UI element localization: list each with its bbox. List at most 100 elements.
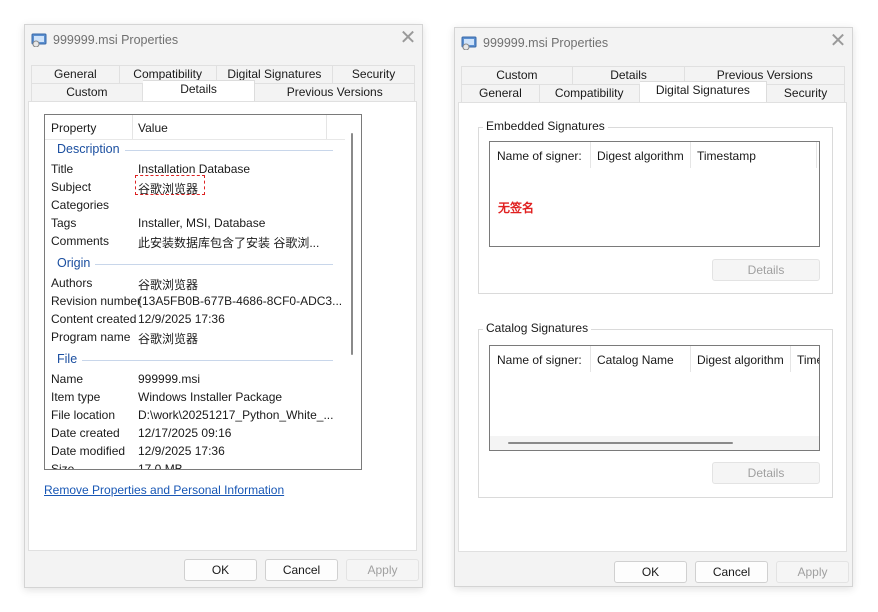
column-digest-algorithm[interactable]: Digest algorithm <box>597 149 684 163</box>
details-panel: Property Value Description Title Installa… <box>28 101 417 551</box>
tab-custom[interactable]: Custom <box>31 83 143 101</box>
cancel-button[interactable]: Cancel <box>265 559 338 581</box>
column-divider[interactable] <box>690 346 691 372</box>
list-item[interactable]: Size 17.0 MB <box>51 460 341 470</box>
tab-general[interactable]: General <box>31 65 120 83</box>
column-timestamp[interactable]: Time <box>797 353 819 367</box>
property-name: Date created <box>51 426 120 440</box>
property-value: {13A5FB0B-677B-4686-8CF0-ADC3... <box>138 294 343 308</box>
list-item[interactable]: Comments 此安装数据库包含了安装 谷歌浏... <box>51 232 341 250</box>
property-value: 12/17/2025 09:16 <box>138 426 232 440</box>
embedded-signatures-label: Embedded Signatures <box>483 119 608 133</box>
column-name-of-signer[interactable]: Name of signer: <box>497 353 582 367</box>
properties-list[interactable]: Property Value Description Title Installa… <box>44 114 362 470</box>
embedded-details-button[interactable]: Details <box>712 259 820 281</box>
column-property[interactable]: Property <box>51 121 96 135</box>
apply-button[interactable]: Apply <box>346 559 419 581</box>
list-item[interactable]: Subject 谷歌浏览器 <box>51 175 341 196</box>
column-digest-algorithm[interactable]: Digest algorithm <box>697 353 784 367</box>
embedded-signatures-table[interactable]: Name of signer: Digest algorithm Timesta… <box>489 141 820 247</box>
list-item[interactable]: Name 999999.msi <box>51 370 341 388</box>
property-value: Installer, MSI, Database <box>138 216 266 230</box>
list-item[interactable]: Content created 12/9/2025 17:36 <box>51 310 341 328</box>
digital-signatures-panel: Embedded Signatures Name of signer: Dige… <box>458 102 847 552</box>
property-value: 谷歌浏览器 <box>138 332 199 346</box>
list-item[interactable]: Date modified 12/9/2025 17:36 <box>51 442 341 460</box>
list-item[interactable]: Item type Windows Installer Package <box>51 388 341 406</box>
list-header: Property Value <box>45 115 345 140</box>
property-value: 谷歌浏览器 <box>138 278 199 292</box>
group-title: Origin <box>57 256 96 270</box>
column-name-of-signer[interactable]: Name of signer: <box>497 149 582 163</box>
ok-button[interactable]: OK <box>614 561 687 583</box>
cancel-button[interactable]: Cancel <box>695 561 768 583</box>
column-divider[interactable] <box>590 142 591 168</box>
ok-button[interactable]: OK <box>184 559 257 581</box>
column-value[interactable]: Value <box>138 121 168 135</box>
property-value: D:\work\20251217_Python_White_... <box>138 408 334 422</box>
list-item[interactable]: Authors 谷歌浏览器 <box>51 274 341 292</box>
no-signature-annotation: 无签名 <box>498 201 535 215</box>
group-origin: Origin <box>57 256 333 272</box>
vertical-scrollbar[interactable] <box>351 133 353 355</box>
column-divider[interactable] <box>590 346 591 372</box>
catalog-details-button[interactable]: Details <box>712 462 820 484</box>
apply-button[interactable]: Apply <box>776 561 849 583</box>
group-title: Description <box>57 142 125 156</box>
msi-package-icon <box>461 36 477 50</box>
tab-custom[interactable]: Custom <box>461 66 573 84</box>
group-title: File <box>57 352 83 366</box>
tab-compatibility[interactable]: Compatibility <box>539 84 640 102</box>
close-button[interactable]: ✕ <box>824 28 852 56</box>
property-value: Installation Database <box>138 162 251 176</box>
window-title: 999999.msi Properties <box>53 33 179 47</box>
property-value: 999999.msi <box>138 372 201 386</box>
property-name: Size <box>51 462 75 470</box>
list-item[interactable]: Program name 谷歌浏览器 <box>51 328 341 346</box>
list-item[interactable]: Date created 12/17/2025 09:16 <box>51 424 341 442</box>
tab-security[interactable]: Security <box>767 84 845 102</box>
property-name: Date modified <box>51 444 126 458</box>
catalog-signatures-table[interactable]: Name of signer: Catalog Name Digest algo… <box>489 345 820 451</box>
tab-security[interactable]: Security <box>333 65 415 83</box>
remove-properties-link[interactable]: Remove Properties and Personal Informati… <box>44 483 284 497</box>
property-name: Item type <box>51 390 101 404</box>
list-item[interactable]: File location D:\work\20251217_Python_Whi… <box>51 406 341 424</box>
property-name: Comments <box>51 234 110 248</box>
property-value: 此安装数据库包含了安装 谷歌浏... <box>138 236 320 250</box>
title-bar[interactable]: 999999.msi Properties ✕ <box>455 28 852 58</box>
list-item[interactable]: Categories <box>51 196 341 214</box>
column-divider[interactable] <box>816 142 817 168</box>
tab-row-bottom: Custom Details Previous Versions <box>31 80 415 101</box>
group-file: File <box>57 352 333 368</box>
property-name: Program name <box>51 330 131 344</box>
column-timestamp[interactable]: Timestamp <box>697 149 756 163</box>
property-value: 12/9/2025 17:36 <box>138 312 225 326</box>
property-name: Name <box>51 372 84 386</box>
column-divider[interactable] <box>690 142 691 168</box>
close-button[interactable]: ✕ <box>394 25 422 53</box>
horizontal-scrollbar-thumb[interactable] <box>508 442 733 444</box>
property-name: Revision number <box>51 294 142 308</box>
property-value: 谷歌浏览器 <box>138 182 199 196</box>
column-divider[interactable] <box>132 115 133 139</box>
property-name: Authors <box>51 276 93 290</box>
list-item[interactable]: Revision number {13A5FB0B-677B-4686-8CF0-… <box>51 292 343 310</box>
property-value: 17.0 MB <box>138 462 183 470</box>
tab-general[interactable]: General <box>461 84 540 102</box>
column-catalog-name[interactable]: Catalog Name <box>597 353 674 367</box>
properties-window-details: 999999.msi Properties ✕ General Compatib… <box>24 24 423 588</box>
property-name: Content created <box>51 312 137 326</box>
tab-previous-versions[interactable]: Previous Versions <box>255 83 415 101</box>
properties-window-digital-signatures: 999999.msi Properties ✕ Custom Details P… <box>454 27 853 587</box>
tab-digital-signatures[interactable]: Digital Signatures <box>639 81 768 102</box>
list-item[interactable]: Tags Installer, MSI, Database <box>51 214 341 232</box>
window-title: 999999.msi Properties <box>483 36 609 50</box>
column-divider[interactable] <box>326 115 327 139</box>
property-name: Categories <box>51 198 110 212</box>
tab-details[interactable]: Details <box>142 80 256 101</box>
msi-package-icon <box>31 33 47 47</box>
column-divider[interactable] <box>790 346 791 372</box>
title-bar[interactable]: 999999.msi Properties ✕ <box>25 25 422 55</box>
property-value: 12/9/2025 17:36 <box>138 444 225 458</box>
